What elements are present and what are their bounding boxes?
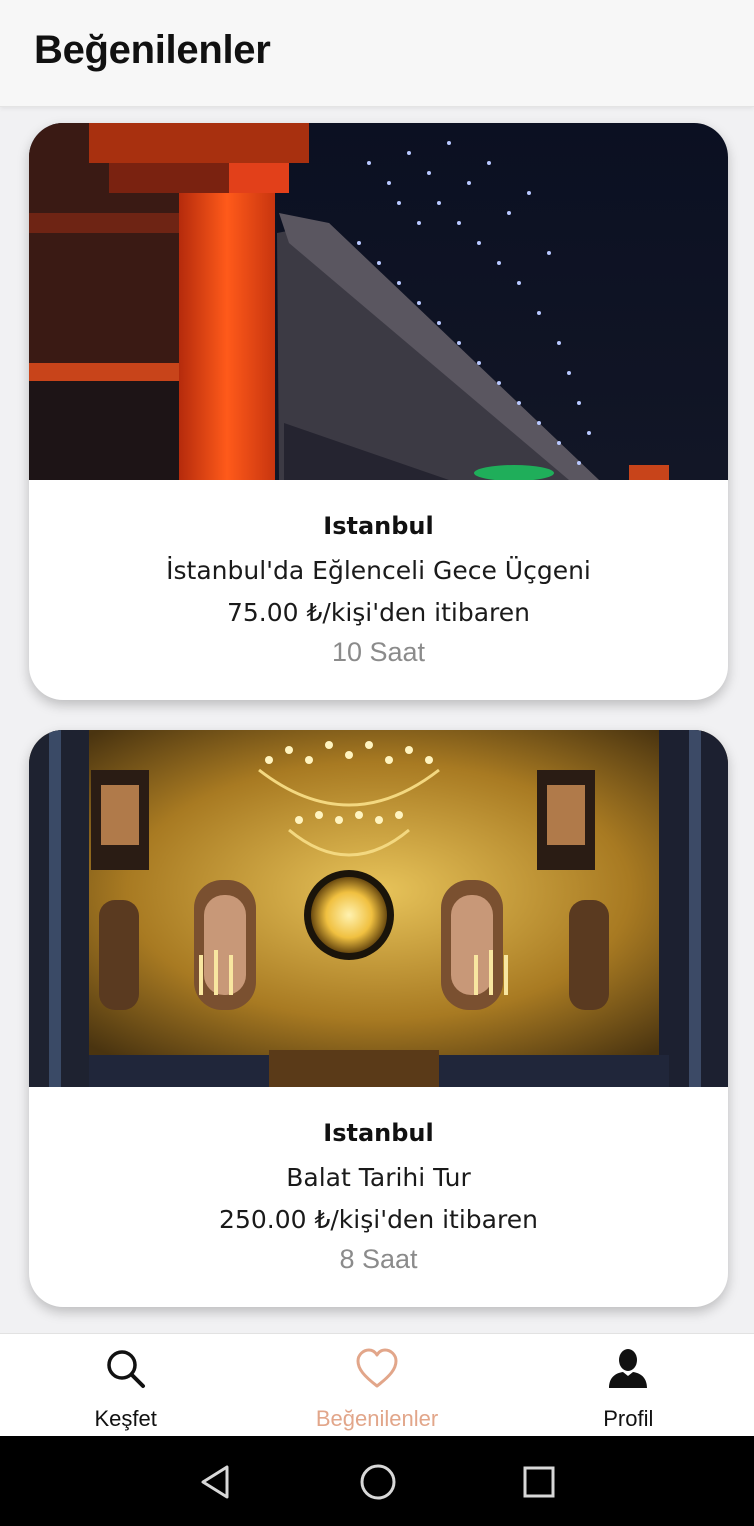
card-city: Istanbul <box>323 1119 434 1147</box>
person-icon <box>605 1346 651 1392</box>
nav-item-kesfet[interactable]: Keşfet <box>0 1334 251 1436</box>
favorite-card[interactable]: Istanbul Balat Tarihi Tur 250.00 ₺/kişi'… <box>29 730 728 1307</box>
search-icon <box>103 1346 149 1392</box>
card-title: Balat Tarihi Tur <box>286 1163 471 1192</box>
nav-label: Keşfet <box>94 1406 157 1431</box>
nav-label: Beğenilenler <box>315 1406 439 1431</box>
app-header: Beğenilenler <box>0 0 754 107</box>
favorite-card[interactable]: Istanbul İstanbul'da Eğlenceli Gece Üçge… <box>29 123 728 700</box>
nav-item-profil[interactable]: Profil <box>503 1334 754 1436</box>
page-title: Beğenilenler <box>34 28 271 72</box>
nav-label: Profil <box>603 1406 654 1431</box>
card-body: Istanbul Balat Tarihi Tur 250.00 ₺/kişi'… <box>29 1087 728 1275</box>
card-body: Istanbul İstanbul'da Eğlenceli Gece Üçge… <box>29 480 728 668</box>
card-image-bridge <box>29 123 728 480</box>
heart-icon <box>354 1346 400 1392</box>
bosphorus-bridge-photo <box>29 123 728 480</box>
bottom-nav: Keşfet Beğenilenler Profil <box>0 1333 754 1436</box>
home-icon[interactable] <box>358 1462 398 1502</box>
card-duration: 8 Saat <box>339 1244 418 1274</box>
back-icon[interactable] <box>197 1462 237 1502</box>
card-title: İstanbul'da Eğlenceli Gece Üçgeni <box>166 556 591 585</box>
card-price: 250.00 ₺/kişi'den itibaren <box>219 1205 538 1234</box>
card-city: Istanbul <box>323 512 434 540</box>
card-duration: 10 Saat <box>331 637 426 667</box>
recent-apps-icon[interactable] <box>519 1462 559 1502</box>
nav-item-begenilenler[interactable]: Beğenilenler <box>251 1334 502 1436</box>
church-interior-photo <box>29 730 728 1087</box>
card-image-church <box>29 730 728 1087</box>
system-nav-bar <box>0 1436 754 1526</box>
card-price: 75.00 ₺/kişi'den itibaren <box>227 598 530 627</box>
